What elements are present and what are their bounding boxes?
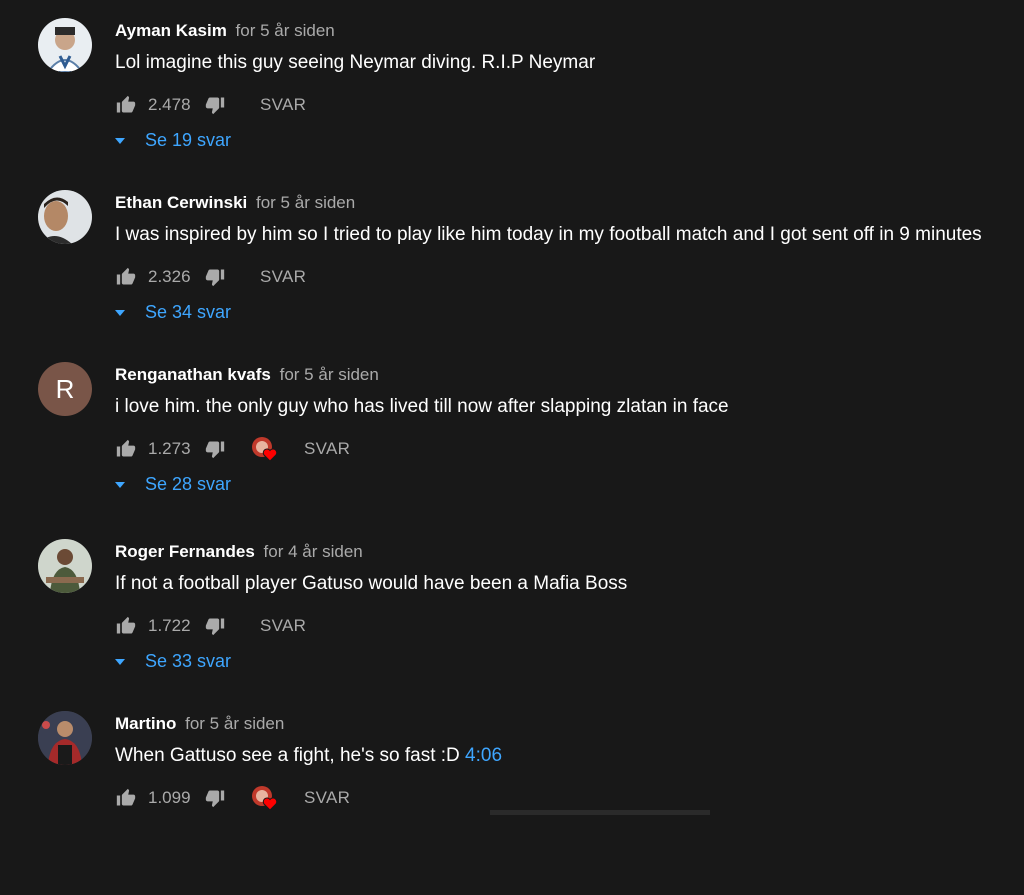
comment-time[interactable]: for 5 år siden [280,365,379,384]
caret-down-icon [115,309,125,316]
comment-text: Lol imagine this guy seeing Neymar divin… [115,52,596,73]
thumbs-down-icon[interactable] [204,787,226,809]
comment-actions: 2.478 SVAR [115,90,306,120]
creator-heart-icon [250,784,280,812]
comment-thread: Martino for 5 år siden When Gattuso see … [0,711,1024,895]
avatar[interactable] [38,18,92,72]
comment-actions: 1.722 SVAR [115,611,306,641]
comment-text: When Gattuso see a fight, he's so fast :… [115,745,502,767]
comment-header: Ethan Cerwinski for 5 år siden [115,193,355,213]
reply-button[interactable]: SVAR [304,788,350,808]
timestamp-link[interactable]: 4:06 [465,745,502,766]
comment-header: Ayman Kasim for 5 år siden [115,21,335,41]
thumbs-up-icon[interactable] [115,615,137,637]
avatar[interactable] [38,711,92,765]
comment-header: Roger Fernandes for 4 år siden [115,542,363,562]
view-replies-label: Se 28 svar [145,474,232,494]
view-replies-button[interactable]: Se 19 svar [115,130,231,151]
comment-header: Renganathan kvafs for 5 år siden [115,365,379,385]
reply-button[interactable]: SVAR [260,616,306,636]
reply-button[interactable]: SVAR [260,267,306,287]
comment-thread: Ayman Kasim for 5 år siden Lol imagine t… [0,18,1024,202]
comment-text: I was inspired by him so I tried to play… [115,224,982,245]
avatar[interactable]: R [38,362,92,416]
thumbs-down-icon[interactable] [204,266,226,288]
view-replies-button[interactable]: Se 33 svar [115,651,231,672]
like-count: 1.273 [148,439,191,458]
comment-text-body: When Gattuso see a fight, he's so fast :… [115,745,460,766]
comment-time[interactable]: for 5 år siden [236,21,335,40]
comment-header: Martino for 5 år siden [115,714,284,734]
comment-time[interactable]: for 4 år siden [264,542,363,561]
view-replies-button[interactable]: Se 28 svar [115,474,231,495]
author-name[interactable]: Martino [115,714,176,733]
like-count: 1.099 [148,788,191,807]
like-count: 1.722 [148,616,191,635]
thumbs-down-icon[interactable] [204,615,226,637]
thumbs-up-icon[interactable] [115,438,137,460]
caret-down-icon [115,137,125,144]
comment-actions: 1.273 SVAR [115,434,350,464]
author-name[interactable]: Roger Fernandes [115,542,255,561]
comment-text: i love him. the only guy who has lived t… [115,396,729,417]
like-count: 2.326 [148,267,191,286]
reply-button[interactable]: SVAR [304,439,350,459]
comment-thread: Ethan Cerwinski for 5 år siden I was ins… [0,190,1024,374]
author-name[interactable]: Renganathan kvafs [115,365,271,384]
avatar-letter: R [38,362,92,416]
reply-button[interactable]: SVAR [260,95,306,115]
comment-thread: Roger Fernandes for 4 år siden If not a … [0,539,1024,723]
avatar[interactable] [38,190,92,244]
view-replies-button[interactable]: Se 34 svar [115,302,231,323]
comment-time[interactable]: for 5 år siden [256,193,355,212]
creator-heart-icon [250,435,280,463]
like-count: 2.478 [148,95,191,114]
avatar[interactable] [38,539,92,593]
comment-actions: 2.326 SVAR [115,262,306,292]
comment-text: If not a football player Gatuso would ha… [115,573,628,594]
caret-down-icon [115,481,125,488]
view-replies-label: Se 33 svar [145,651,232,671]
view-replies-label: Se 34 svar [145,302,232,322]
thumbs-up-icon[interactable] [115,94,137,116]
thumbs-down-icon[interactable] [204,438,226,460]
author-name[interactable]: Ethan Cerwinski [115,193,247,212]
view-replies-label: Se 19 svar [145,130,232,150]
comment-time[interactable]: for 5 år siden [185,714,284,733]
next-comment-cutoff [490,810,710,815]
comment-thread: R Renganathan kvafs for 5 år siden i lov… [0,362,1024,546]
thumbs-up-icon[interactable] [115,787,137,809]
author-name[interactable]: Ayman Kasim [115,21,227,40]
comment-actions: 1.099 SVAR [115,783,350,813]
thumbs-down-icon[interactable] [204,94,226,116]
thumbs-up-icon[interactable] [115,266,137,288]
caret-down-icon [115,658,125,665]
